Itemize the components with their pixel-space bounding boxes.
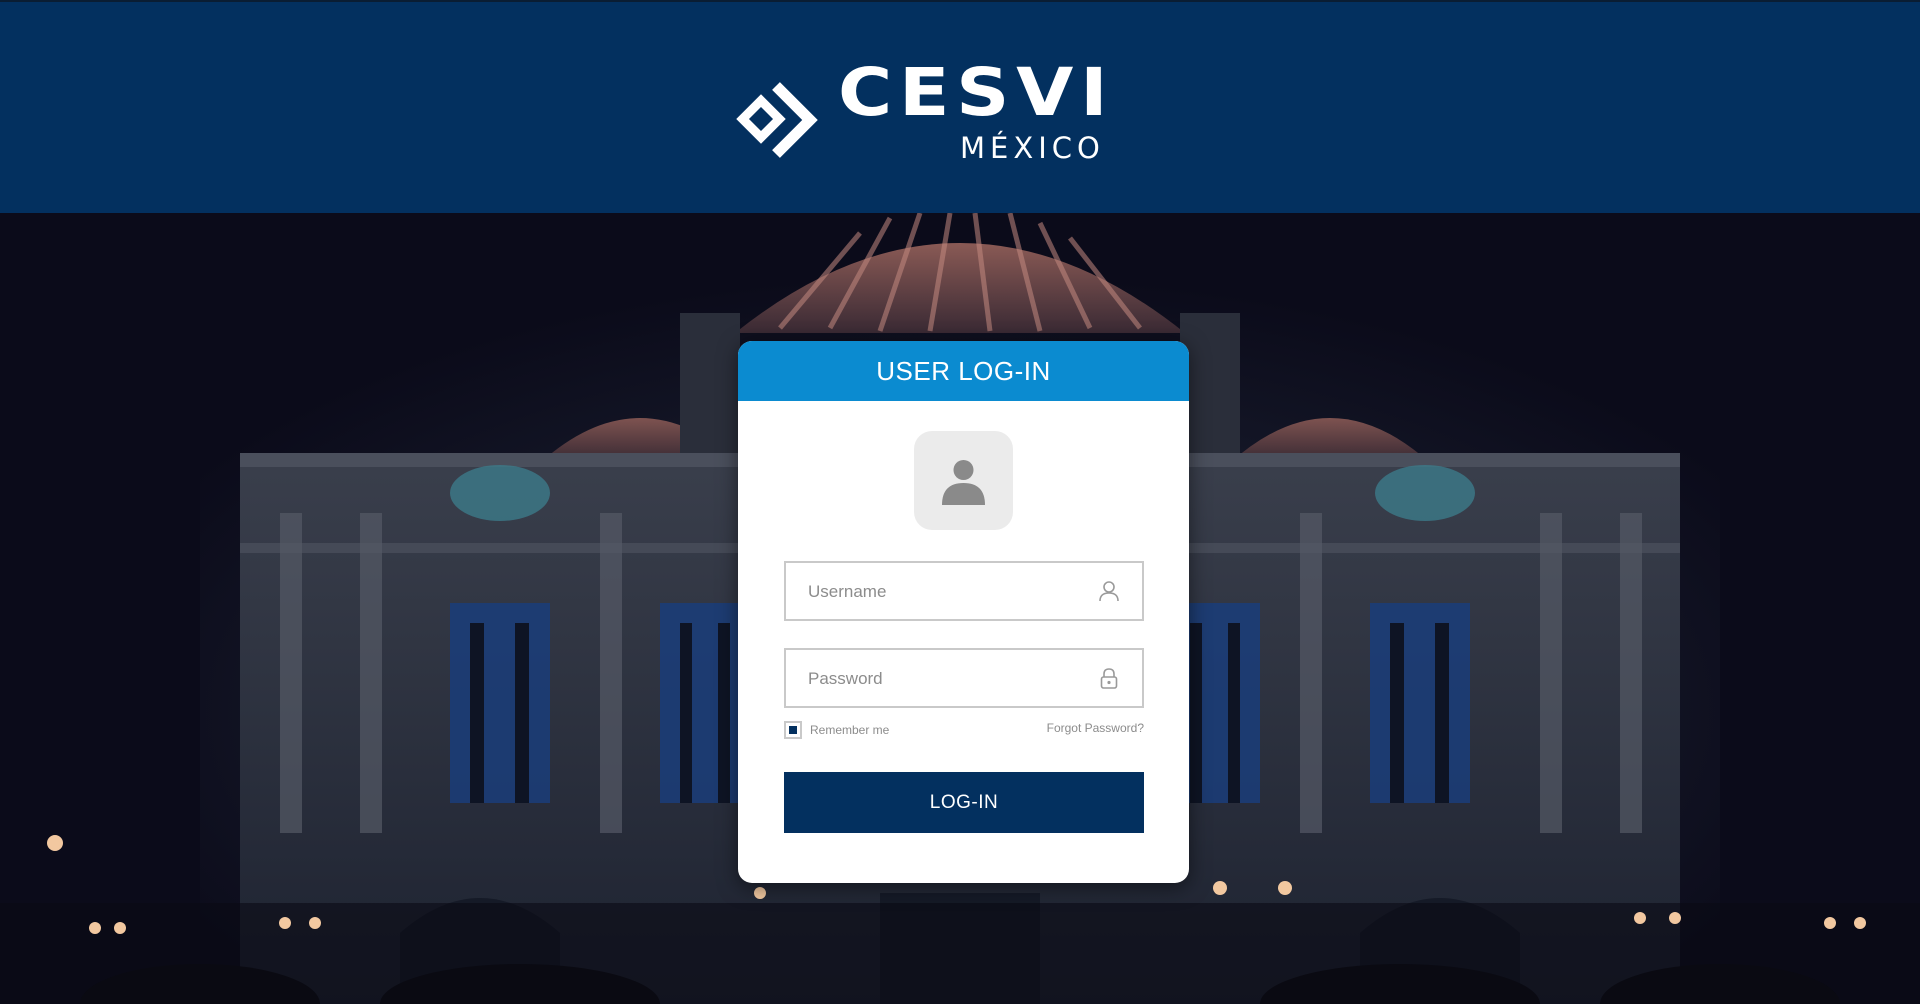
login-card: USER LOG-IN Remember me (738, 341, 1189, 883)
user-outline-icon (1099, 581, 1119, 602)
password-input[interactable] (806, 650, 1090, 708)
login-button[interactable]: LOG-IN (784, 772, 1144, 833)
password-field[interactable] (784, 648, 1144, 708)
brand-name: CESVI (838, 54, 1115, 131)
remember-me-checkbox[interactable] (784, 721, 802, 739)
login-title: USER LOG-IN (738, 341, 1189, 401)
header-bar: CESVI MÉXICO (0, 0, 1920, 213)
remember-me[interactable]: Remember me (784, 719, 889, 741)
avatar (914, 431, 1013, 530)
forgot-password-link[interactable]: Forgot Password? (1047, 721, 1144, 735)
user-silhouette-icon (942, 460, 985, 505)
cesvi-logo-mark-icon (736, 82, 818, 158)
username-field[interactable] (784, 561, 1144, 621)
username-input[interactable] (806, 563, 1090, 621)
login-page: CESVI MÉXICO USER LOG-IN Username Rememb… (0, 0, 1920, 1004)
lock-icon (1100, 668, 1118, 689)
remember-me-label: Remember me (810, 723, 890, 737)
brand-logo: CESVI MÉXICO (736, 60, 1108, 167)
brand-subtitle: MÉXICO (960, 131, 1105, 165)
